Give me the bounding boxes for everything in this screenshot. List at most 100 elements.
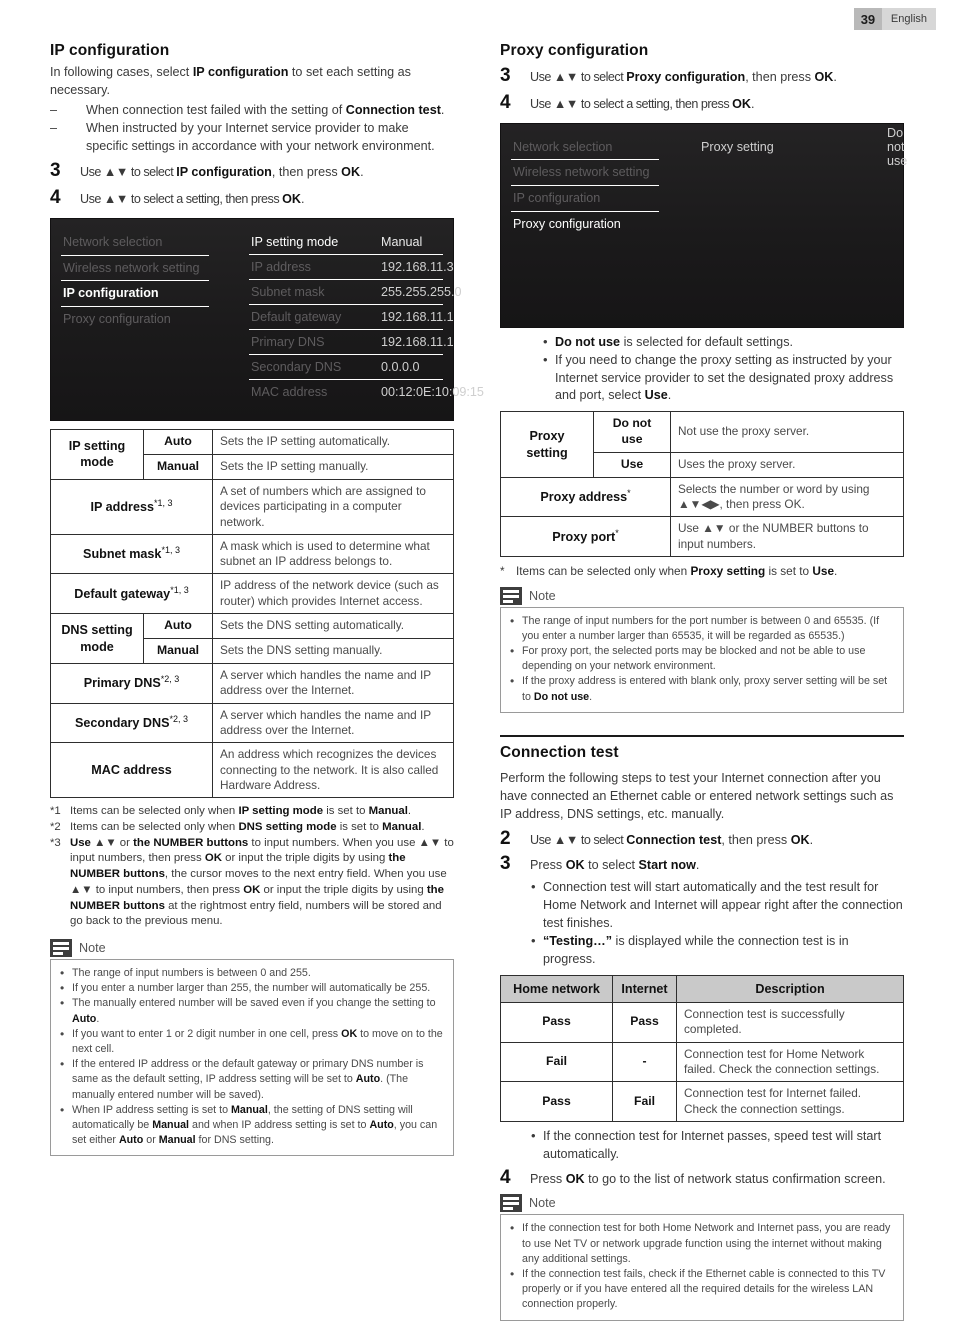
cell-home-network: Pass <box>500 1001 613 1043</box>
note-box-proxy: Note The range of input numbers for the … <box>500 586 904 713</box>
footnote-text: Use ▲▼ or the NUMBER buttons to input nu… <box>70 836 454 928</box>
list-item: Do not use is selected for default setti… <box>542 333 904 352</box>
tv-nav-item-network-selection[interactable]: Network selection <box>511 135 659 161</box>
step-number: 3 <box>500 65 511 86</box>
step-text: Use ▲▼ to select a setting, then press O… <box>530 93 755 114</box>
table-row: IP setting mode Auto Sets the IP setting… <box>50 429 454 480</box>
cell-description: Connection test is successfully complete… <box>676 1001 904 1043</box>
table-row[interactable]: IP setting mode Manual <box>249 230 443 256</box>
footnote-marker: *2 <box>50 820 61 833</box>
footnote-3: *3 Use ▲▼ or the NUMBER buttons to input … <box>50 836 454 930</box>
step-mid: , then press <box>271 165 342 180</box>
footnotes: *1 Items can be selected only when IP set… <box>50 804 454 930</box>
intro-paragraph: In following cases, select IP configurat… <box>50 64 454 100</box>
table-row[interactable]: MAC address 00:12:0E:10:09:15 <box>249 380 484 404</box>
list-item: The range of input numbers for the port … <box>509 613 895 644</box>
row-option: Auto <box>143 429 213 455</box>
step-number: 4 <box>50 187 61 209</box>
step-ok: OK <box>565 858 585 873</box>
list-item: If you enter a number larger than 255, t… <box>59 980 445 997</box>
cell-home-network: Fail <box>500 1041 613 1083</box>
row-label: Subnet mask*1, 3 <box>50 533 213 575</box>
row-label: Default gateway*1, 3 <box>50 573 213 615</box>
row-desc: Sets the IP setting automatically. <box>212 429 454 455</box>
step-post: . <box>809 833 814 848</box>
tv-settings-rows: IP setting mode Manual IP address 192.168.… <box>249 230 484 404</box>
table-row[interactable]: Subnet mask 255.255.255.0 <box>249 280 462 306</box>
tv-nav-item-ip-configuration[interactable]: IP configuration <box>61 281 209 307</box>
step-text: Press OK to select Start now. <box>530 854 699 875</box>
table-row[interactable]: Primary DNS 192.168.11.1 <box>249 330 454 356</box>
setting-value: 00:12:0E:10:09:15 <box>381 385 484 400</box>
table-row[interactable]: Default gateway 192.168.11.1 <box>249 305 454 331</box>
row-option: Auto <box>143 613 213 639</box>
setting-value: 192.168.11.1 <box>381 310 454 325</box>
note-list: If the connection test for both Home Net… <box>509 1220 895 1312</box>
step-ok: OK <box>814 70 834 84</box>
note-list: The range of input numbers for the port … <box>509 613 895 705</box>
tv-nav-item-wireless-network-setting[interactable]: Wireless network setting <box>61 256 209 282</box>
cell-internet: - <box>612 1041 677 1083</box>
step-text: Use ▲▼ to select IP configuration, then … <box>80 161 364 182</box>
row-desc: Use ▲▼ or the NUMBER buttons to input nu… <box>670 516 904 558</box>
cell-description: Connection test for Internet failed. Che… <box>676 1081 904 1122</box>
table-row: MAC address An address which recognizes … <box>50 742 454 799</box>
row-desc: IP address of the network device (such a… <box>212 573 454 615</box>
note-title: Note <box>529 588 556 603</box>
table-row: Fail - Connection test for Home Network … <box>500 1041 904 1083</box>
table-row: Proxy setting Do not use Not use the pro… <box>500 411 904 478</box>
step-number: 4 <box>500 1166 511 1188</box>
row-desc: Sets the DNS setting automatically. <box>212 613 454 639</box>
proxy-step-3: 3 Use ▲▼ to select Proxy configuration, … <box>500 66 904 87</box>
setting-key: Secondary DNS <box>251 360 342 375</box>
tv-nav-item-network-selection[interactable]: Network selection <box>61 230 209 256</box>
table-row: Secondary DNS*2, 3 A server which handle… <box>50 702 454 744</box>
col-header-description: Description <box>676 974 904 1003</box>
note-icon <box>500 1194 522 1213</box>
note-header: Note <box>50 938 454 958</box>
table-header-row: Home network Internet Description <box>500 974 904 1003</box>
step-post: . <box>301 192 305 207</box>
row-option: Manual <box>143 638 213 664</box>
tv-nav-item-ip-configuration[interactable]: IP configuration <box>511 186 659 212</box>
table-row[interactable]: IP address 192.168.11.3 <box>249 255 454 281</box>
bullet-bold: Do not use <box>555 334 621 349</box>
step-3: 3 Use ▲▼ to select IP configuration, the… <box>50 161 454 182</box>
table-row: Proxy address* Selects the number or wor… <box>500 476 904 518</box>
step-post: . <box>695 858 700 873</box>
setting-value: 0.0.0.0 <box>381 360 420 375</box>
step-ok: OK <box>790 833 810 848</box>
connection-bullets: Connection test will start automatically… <box>530 878 904 968</box>
connection-test-title: Connection test <box>500 734 904 762</box>
row-label: IP address*1, 3 <box>50 478 213 535</box>
step-pre: Use ▲▼ to select <box>530 833 627 848</box>
list-item: If the entered IP address or the default… <box>59 1056 445 1103</box>
connection-step-3: 3 Press OK to select Start now. <box>500 854 904 875</box>
dash-list: – When connection test failed with the se… <box>50 102 454 156</box>
connection-result-table: Home network Internet Description Pass P… <box>500 974 904 1122</box>
left-column: IP configuration In following cases, sel… <box>50 42 484 1157</box>
step-ok: OK <box>341 165 361 180</box>
table-row: IP address*1, 3 A set of numbers which a… <box>50 478 454 535</box>
note-body: The range of input numbers is between 0 … <box>50 959 454 1157</box>
tv-nav-item-proxy-configuration[interactable]: Proxy configuration <box>511 212 659 237</box>
step-post: . <box>360 165 364 180</box>
tv-nav-item-wireless-network-setting[interactable]: Wireless network setting <box>511 160 659 186</box>
table-row: Pass Pass Connection test is successfull… <box>500 1001 904 1043</box>
step-pre: Press <box>530 1171 566 1186</box>
proxy-footnote: * Items can be selected only when Proxy s… <box>500 563 904 580</box>
tv-nav-item-proxy-configuration[interactable]: Proxy configuration <box>61 307 209 332</box>
table-row: Default gateway*1, 3 IP address of the n… <box>50 573 454 615</box>
footnote-marker: *1 <box>50 805 61 818</box>
step-post: . <box>833 70 837 84</box>
row-label: Proxy setting <box>500 411 594 478</box>
table-row[interactable]: Secondary DNS 0.0.0.0 <box>249 355 443 381</box>
dash-marker: – <box>50 120 58 135</box>
note-list: The range of input numbers is between 0 … <box>59 965 445 1148</box>
tv-screen-ip-configuration: Network selection Wireless network setti… <box>50 218 484 422</box>
row-label: IP setting mode <box>50 429 144 480</box>
table-row[interactable]: Proxy setting Do not use <box>699 126 907 168</box>
dash-bold: Connection test <box>345 102 441 117</box>
row-label-sup: * <box>627 488 631 499</box>
setting-key: Default gateway <box>251 310 342 325</box>
